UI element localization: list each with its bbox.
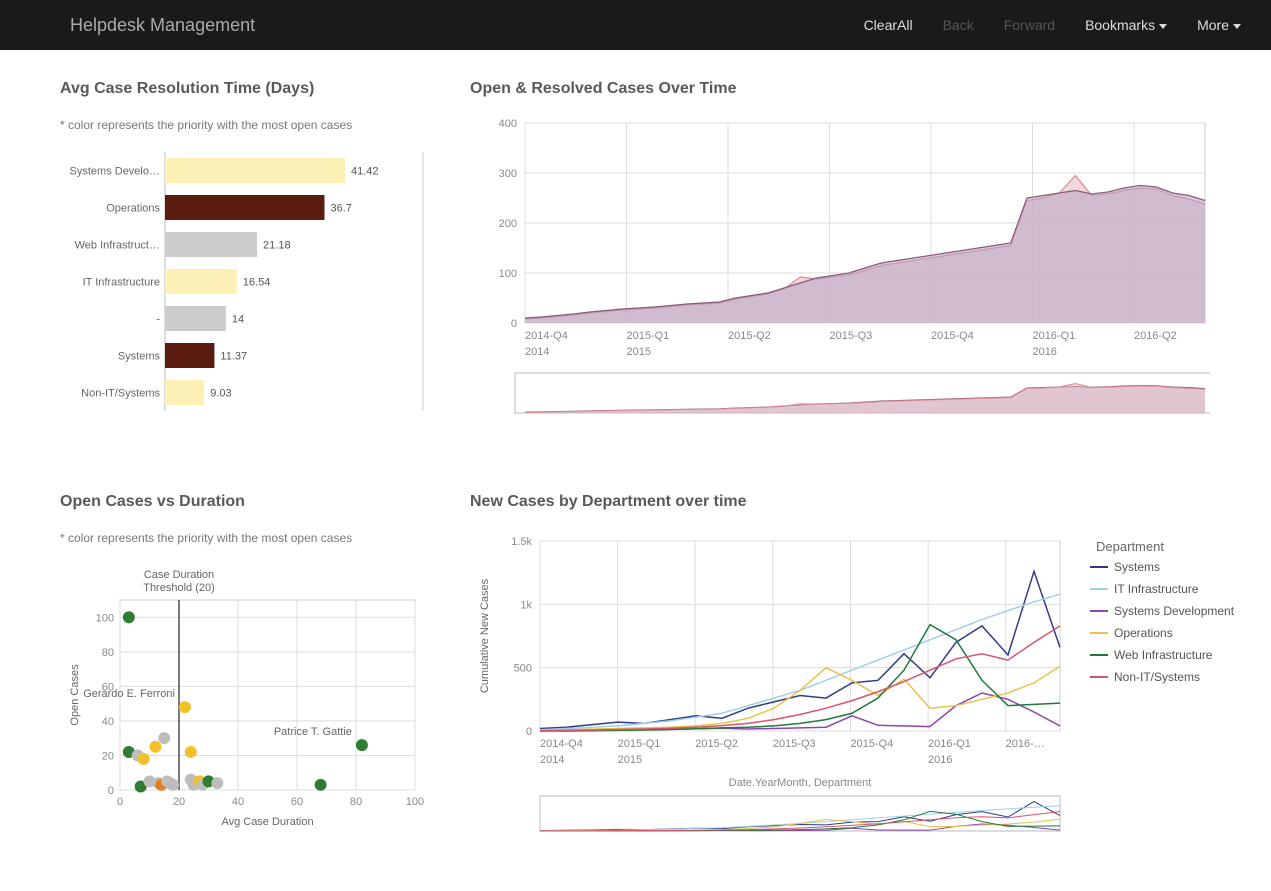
svg-text:Operations: Operations: [1114, 626, 1173, 640]
panel-title: Open Cases vs Duration: [60, 493, 430, 511]
svg-text:2015-Q1: 2015-Q1: [618, 738, 661, 750]
svg-text:2015-Q2: 2015-Q2: [728, 330, 771, 342]
svg-text:0: 0: [526, 726, 532, 738]
app-title: Helpdesk Management: [30, 15, 864, 36]
svg-text:Case Duration: Case Duration: [144, 569, 214, 581]
nav-more[interactable]: More: [1197, 17, 1241, 33]
bar-chart[interactable]: Systems Develo… 41.42 Operations 36.7 Web In…: [60, 147, 430, 427]
svg-text:Operations: Operations: [106, 203, 160, 215]
panel-scatter: Open Cases vs Duration * color represent…: [60, 493, 430, 856]
nav-back: Back: [943, 17, 974, 33]
svg-text:2015-Q3: 2015-Q3: [773, 738, 816, 750]
svg-text:41.42: 41.42: [351, 166, 379, 178]
svg-text:14: 14: [232, 314, 244, 326]
svg-text:2014: 2014: [540, 754, 564, 766]
svg-text:IT Infrastructure: IT Infrastructure: [1114, 582, 1199, 596]
svg-text:0: 0: [117, 796, 123, 808]
svg-text:2014-Q4: 2014-Q4: [525, 330, 568, 342]
nav-clear-all[interactable]: ClearAll: [864, 17, 913, 33]
svg-text:Gerardo E. Ferroni: Gerardo E. Ferroni: [83, 688, 175, 700]
svg-text:0: 0: [511, 318, 517, 330]
svg-text:20: 20: [173, 796, 185, 808]
svg-text:Systems Develo…: Systems Develo…: [70, 166, 160, 178]
svg-text:40: 40: [102, 716, 114, 728]
svg-text:0: 0: [108, 785, 114, 797]
svg-text:100: 100: [499, 268, 517, 280]
svg-text:2015-Q4: 2015-Q4: [931, 330, 974, 342]
svg-text:40: 40: [232, 796, 244, 808]
svg-text:300: 300: [499, 168, 517, 180]
svg-text:2015-Q3: 2015-Q3: [829, 330, 872, 342]
svg-text:20: 20: [102, 750, 114, 762]
svg-text:Threshold (20): Threshold (20): [143, 582, 215, 594]
svg-text:200: 200: [499, 218, 517, 230]
svg-text:2015-Q4: 2015-Q4: [850, 738, 893, 750]
panel-title: New Cases by Department over time: [470, 493, 1250, 511]
panel-title: Open & Resolved Cases Over Time: [470, 80, 1250, 98]
panel-title: Avg Case Resolution Time (Days): [60, 80, 430, 98]
topbar: Helpdesk Management ClearAll Back Forwar…: [0, 0, 1271, 50]
svg-text:Non-IT/Systems: Non-IT/Systems: [1114, 670, 1200, 684]
panel-subtitle: * color represents the priority with the…: [60, 118, 430, 132]
svg-text:Department: Department: [1096, 539, 1164, 554]
svg-text:2015: 2015: [618, 754, 642, 766]
svg-text:80: 80: [350, 796, 362, 808]
panel-subtitle: * color represents the priority with the…: [60, 531, 430, 545]
svg-text:Non-IT/Systems: Non-IT/Systems: [81, 388, 160, 400]
svg-text:Date.YearMonth, Department: Date.YearMonth, Department: [729, 777, 872, 789]
svg-text:500: 500: [514, 663, 532, 675]
svg-text:Systems: Systems: [1114, 560, 1160, 574]
svg-text:400: 400: [499, 118, 517, 130]
chevron-down-icon: [1159, 24, 1167, 29]
panel-dept-lines: New Cases by Department over time 0 500 1k…: [470, 493, 1250, 856]
svg-text:21.18: 21.18: [263, 240, 291, 252]
svg-text:2016-Q1: 2016-Q1: [1032, 330, 1075, 342]
line-chart[interactable]: 0 500 1k 1.5k 2014-Q4 2015-Q1 2015-Q2 2015-Q3 20…: [470, 531, 1250, 851]
svg-text:2016: 2016: [928, 754, 952, 766]
svg-text:2014: 2014: [525, 346, 549, 358]
svg-text:Web Infrastructure: Web Infrastructure: [1114, 648, 1213, 662]
svg-text:IT Infrastructure: IT Infrastructure: [83, 277, 160, 289]
svg-text:Patrice T. Gattie: Patrice T. Gattie: [274, 726, 352, 738]
svg-text:Cumulative New Cases: Cumulative New Cases: [479, 578, 491, 693]
svg-text:2016-Q2: 2016-Q2: [1134, 330, 1177, 342]
svg-text:80: 80: [102, 647, 114, 659]
svg-text:2016-Q1: 2016-Q1: [928, 738, 971, 750]
svg-text:100: 100: [406, 796, 424, 808]
svg-text:Open Cases: Open Cases: [69, 664, 81, 726]
svg-text:Systems Development: Systems Development: [1114, 604, 1235, 618]
svg-text:2014-Q4: 2014-Q4: [540, 738, 583, 750]
scatter-chart[interactable]: 020406080100020406080100Case DurationThr…: [60, 560, 430, 840]
svg-text:9.03: 9.03: [210, 388, 231, 400]
svg-text:2016: 2016: [1032, 346, 1056, 358]
svg-text:1.5k: 1.5k: [511, 536, 532, 548]
svg-text:2015-Q2: 2015-Q2: [695, 738, 738, 750]
svg-text:2016-…: 2016-…: [1006, 738, 1045, 750]
svg-text:16.54: 16.54: [243, 277, 271, 289]
svg-text:36.7: 36.7: [330, 203, 351, 215]
chevron-down-icon: [1233, 24, 1241, 29]
svg-text:11.37: 11.37: [220, 351, 247, 363]
panel-avg-resolution: Avg Case Resolution Time (Days) * color …: [60, 80, 430, 443]
svg-text:Web Infrastruct…: Web Infrastruct…: [75, 240, 160, 252]
svg-text:Systems: Systems: [118, 351, 161, 363]
panel-open-resolved: Open & Resolved Cases Over Time 0 100 200 3…: [470, 80, 1250, 443]
svg-text:Avg Case Duration: Avg Case Duration: [221, 816, 313, 828]
svg-text:100: 100: [96, 612, 114, 624]
topnav: ClearAll Back Forward Bookmarks More: [864, 17, 1241, 33]
svg-text:60: 60: [291, 796, 303, 808]
svg-text:2015: 2015: [626, 346, 650, 358]
nav-bookmarks[interactable]: Bookmarks: [1085, 17, 1167, 33]
svg-text:1k: 1k: [520, 599, 532, 611]
svg-text:-: -: [156, 314, 160, 326]
svg-text:2015-Q1: 2015-Q1: [626, 330, 669, 342]
area-chart[interactable]: 0 100 200 300 400 2014-Q4 2015-Q1 2015-Q2 2015-Q…: [470, 118, 1210, 438]
nav-forward: Forward: [1004, 17, 1055, 33]
